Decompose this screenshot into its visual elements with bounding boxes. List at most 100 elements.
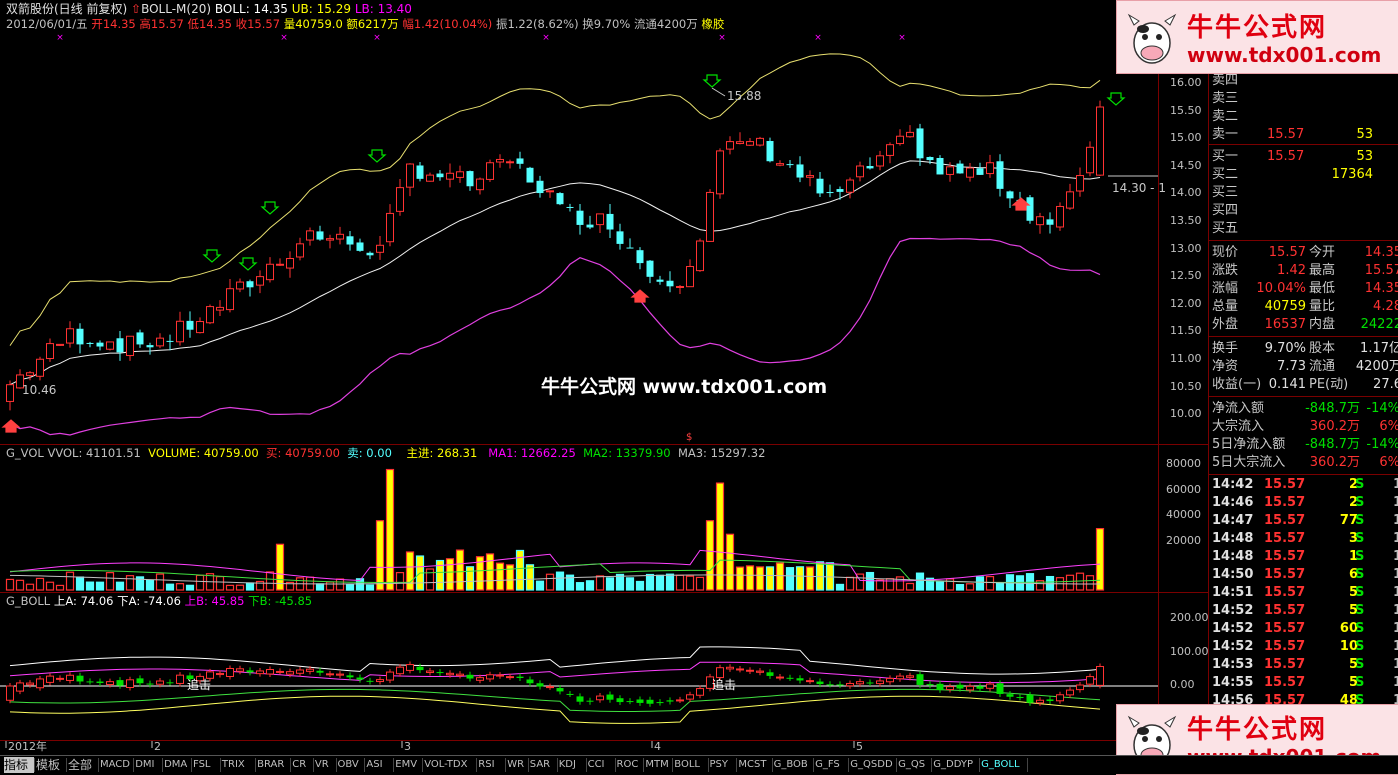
tab-macd[interactable]: MACD	[100, 757, 133, 773]
boll-candle-down	[86, 681, 94, 683]
stat-value: 1.17亿	[1360, 341, 1398, 356]
boll-candle-down	[646, 699, 654, 704]
date-tick: 3	[404, 740, 411, 753]
tick-count: 1	[1393, 495, 1398, 510]
ask-row: 卖二	[1209, 108, 1398, 126]
tick-count: 1	[1393, 585, 1398, 600]
candle-body-up	[226, 288, 234, 311]
tab-brar[interactable]: BRAR	[257, 757, 290, 773]
boll-candle-down	[656, 702, 664, 704]
tab-g-qs[interactable]: G_QS	[898, 757, 931, 773]
volume-bar	[115, 581, 125, 591]
tab-boll[interactable]: BOLL	[674, 757, 707, 773]
stat-row: 净资 7.73 流通 4200万	[1209, 358, 1398, 376]
boll-candle-down	[926, 684, 934, 686]
sell-arrow-icon	[260, 201, 280, 215]
tab-roc[interactable]: ROC	[617, 757, 644, 773]
tab-psy[interactable]: PSY	[710, 757, 737, 773]
boll-candle-up	[1036, 699, 1044, 704]
boll-candle-down	[616, 698, 624, 703]
boll-candle-up	[226, 667, 234, 678]
tab-fsl[interactable]: FSL	[193, 757, 220, 773]
tab-dma[interactable]: DMA	[164, 757, 191, 773]
candle-body-up	[26, 372, 34, 376]
tab-sar[interactable]: SAR	[530, 757, 557, 773]
ask-volume: 53	[1356, 127, 1373, 142]
bid-label: 买三	[1212, 185, 1239, 200]
volume-bar	[195, 574, 205, 591]
volume-bar	[995, 582, 1005, 591]
boll-tick: 200.00	[1170, 611, 1209, 624]
volume-bar	[885, 578, 895, 591]
stat-row: 现价 15.57 今开 14.35	[1209, 244, 1398, 262]
volume-bar	[1075, 572, 1085, 591]
boll-candle-down	[796, 678, 804, 681]
tab-separator	[505, 758, 507, 772]
tab-kdj[interactable]: KDJ	[559, 757, 586, 773]
tab--[interactable]: 模板	[36, 757, 66, 773]
ask-label: 卖四	[1212, 73, 1239, 88]
boll-candle-up	[396, 666, 404, 675]
tab-g-bob[interactable]: G_BOB	[774, 757, 814, 773]
price-tick: 10.00	[1170, 407, 1202, 421]
tab-mtm[interactable]: MTM	[645, 757, 672, 773]
boll-candle-down	[536, 683, 544, 687]
tab-separator	[219, 758, 221, 772]
tab-emv[interactable]: EMV	[395, 757, 422, 773]
boll-candle-down	[956, 684, 964, 689]
lower-band-line	[9, 237, 1101, 436]
volume-bar	[315, 583, 325, 591]
price-tick: 11.50	[1170, 324, 1202, 338]
sell-arrow-icon	[202, 249, 222, 263]
tab-mcst[interactable]: MCST	[738, 757, 771, 773]
boll-candle-up	[596, 695, 604, 701]
tab-separator	[585, 758, 587, 772]
tab-wr[interactable]: WR	[507, 757, 528, 773]
tab-dmi[interactable]: DMI	[135, 757, 162, 773]
bid-row: 买四	[1209, 202, 1398, 220]
bid-row: 买三	[1209, 184, 1398, 202]
candle-body-up	[426, 174, 434, 182]
volume-bar	[625, 577, 635, 591]
tab-asi[interactable]: ASI	[366, 757, 393, 773]
bid-row: 买二 17364	[1209, 166, 1398, 184]
stat-value: 1.42	[1277, 263, 1306, 278]
signal-marker: ×	[718, 33, 726, 43]
tab--[interactable]: 全部	[68, 757, 98, 773]
tab-separator	[393, 758, 395, 772]
tab-g-qsdd[interactable]: G_QSDD	[850, 757, 896, 773]
tab-separator	[162, 758, 164, 772]
boll-candle-up	[306, 668, 314, 672]
tab-vol-tdx[interactable]: VOL-TDX	[424, 757, 476, 773]
tab-vr[interactable]: VR	[315, 757, 336, 773]
boll-candle-up	[876, 680, 884, 685]
stat-label: 收益(一)	[1212, 377, 1262, 392]
tab-cr[interactable]: CR	[292, 757, 313, 773]
stat-label: 最高	[1309, 263, 1336, 278]
boll-candle-up	[906, 675, 914, 678]
boll-candle-down	[816, 681, 824, 685]
tab-cci[interactable]: CCI	[588, 757, 615, 773]
boll-candle-up	[776, 676, 784, 679]
volume-bar	[185, 584, 195, 591]
tab-rsi[interactable]: RSI	[478, 757, 505, 773]
candle-body-up	[506, 161, 514, 164]
stat-value: 14.35	[1364, 281, 1398, 296]
volume-bar	[695, 576, 705, 591]
bid-row: 买一 15.57 53	[1209, 148, 1398, 166]
volume-bar	[375, 520, 385, 591]
tab-separator	[614, 758, 616, 772]
tab-obv[interactable]: OBV	[338, 757, 365, 773]
tab-g-ddyp[interactable]: G_DDYP	[933, 757, 979, 773]
tab--[interactable]: 指标	[4, 757, 34, 773]
volume-bar	[165, 583, 175, 591]
boll-candle-down	[836, 684, 844, 686]
tab-trix[interactable]: TRIX	[222, 757, 255, 773]
flow-value: -848.7万	[1305, 437, 1360, 452]
volume-bar	[645, 573, 655, 591]
volume-bar	[65, 571, 75, 591]
volume-bar	[845, 576, 855, 591]
tab-g-fs[interactable]: G_FS	[815, 757, 848, 773]
tab-g-boll[interactable]: G_BOLL	[981, 757, 1027, 773]
bid-label: 买一	[1212, 149, 1239, 164]
